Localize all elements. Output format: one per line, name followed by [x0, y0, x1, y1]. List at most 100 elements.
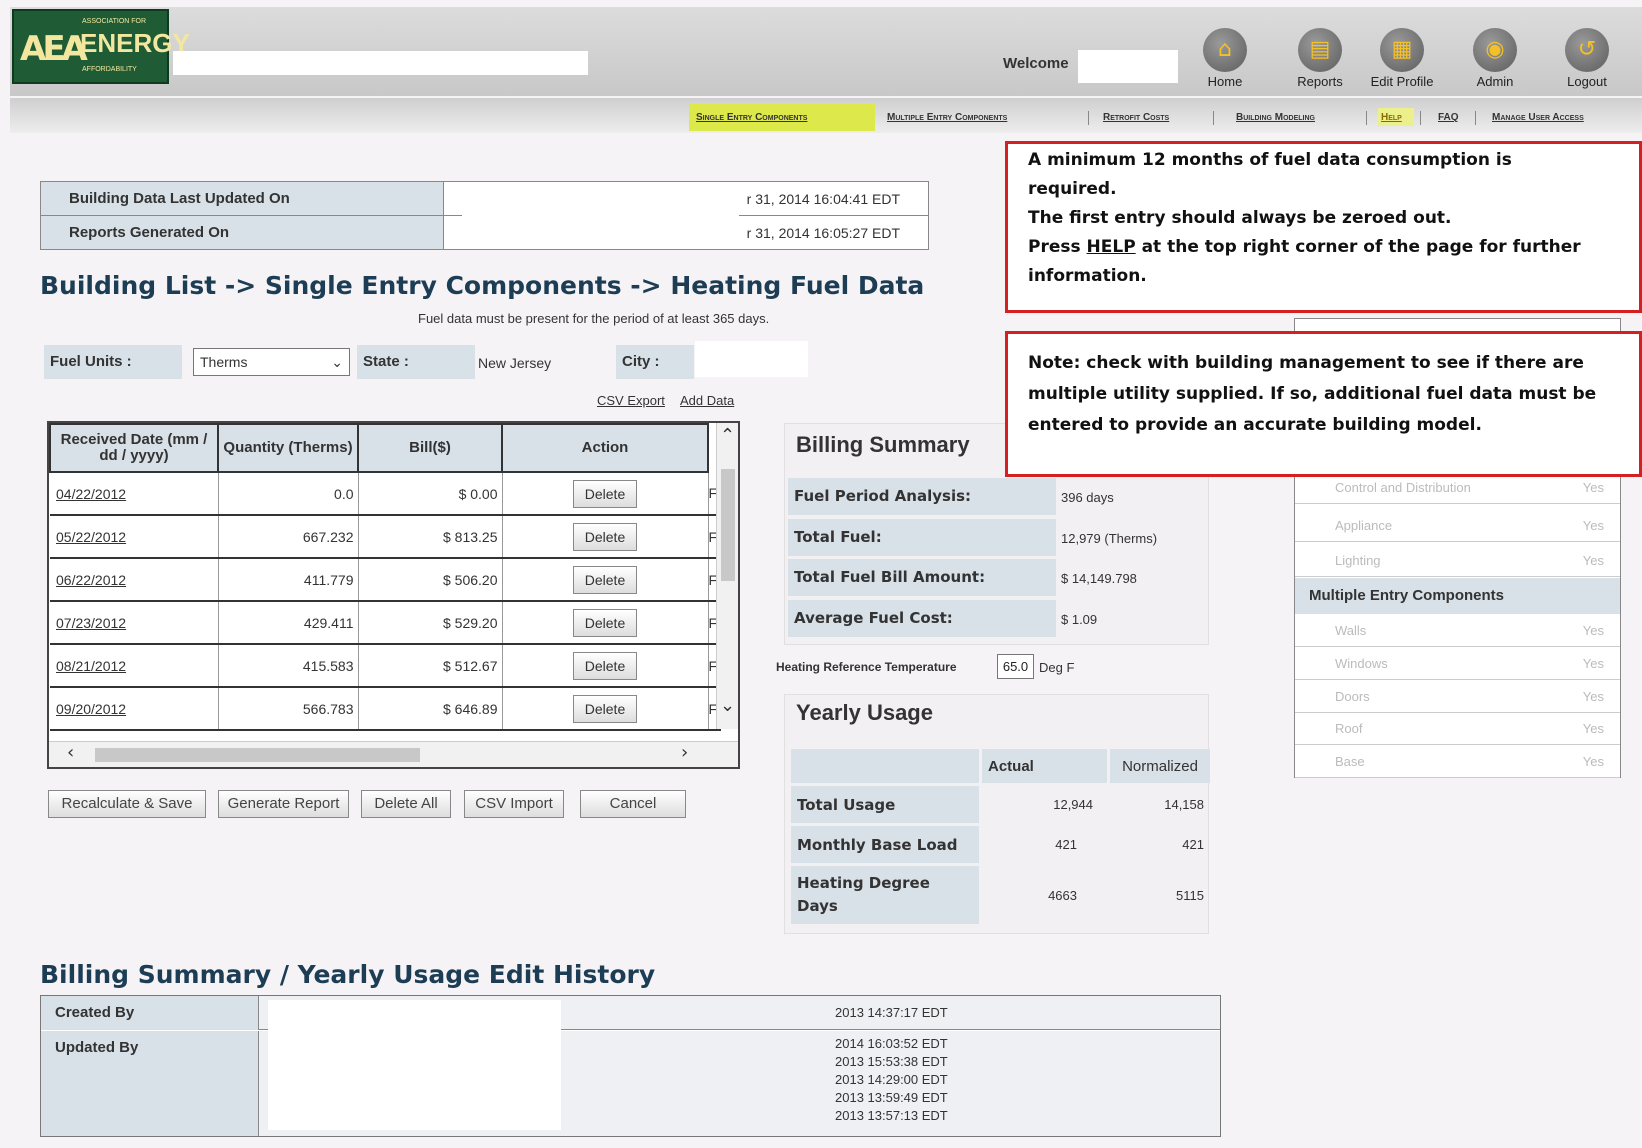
page: AEA ASSOCIATION FOR ENERGY AFFORDABILITY…: [0, 0, 1642, 1148]
nav-edit-profile-label: Edit Profile: [1370, 74, 1434, 89]
header-received-date: Received Date (mm / dd / yyyy): [49, 423, 219, 473]
yearly-row-actual: 421: [1055, 837, 1077, 852]
row-bill: $ 646.89: [358, 687, 503, 731]
horizontal-scroll-thumb[interactable]: [95, 748, 420, 762]
yearly-row-actual: 4663: [1048, 887, 1077, 903]
scroll-down-icon[interactable]: ⌄: [720, 695, 735, 716]
row-date[interactable]: 07/23/2012: [50, 601, 219, 645]
yearly-row-actual: 12,944: [1053, 797, 1093, 812]
row-date[interactable]: 08/21/2012: [50, 644, 219, 688]
ref-temp-input[interactable]: 65.0: [997, 654, 1034, 679]
header-action: Action: [501, 423, 709, 473]
yearly-row-normalized: 5115: [1176, 887, 1204, 903]
row-bill: $ 512.67: [358, 644, 503, 688]
delete-row-button[interactable]: Delete: [573, 608, 637, 637]
fuel-data-table: Received Date (mm / dd / yyyy) Quantity …: [49, 423, 721, 731]
cancel-button[interactable]: Cancel: [580, 790, 686, 818]
component-status: Yes: [1582, 721, 1604, 736]
nav-edit-profile-button[interactable]: ▦ Edit Profile: [1367, 28, 1437, 98]
list-item[interactable]: Walls Yes: [1295, 615, 1620, 647]
nav-reports-button[interactable]: ▤ Reports: [1285, 28, 1355, 98]
list-item[interactable]: Base Yes: [1295, 746, 1620, 778]
add-data-link[interactable]: Add Data: [680, 393, 734, 408]
fuel-units-select[interactable]: Therms ⌄: [193, 348, 350, 376]
component-status: Yes: [1582, 656, 1604, 671]
row-date[interactable]: 05/22/2012: [50, 515, 219, 559]
city-value: [695, 341, 808, 377]
average-cost-value: $ 1.09: [1061, 612, 1098, 627]
welcome-text: Welcome: [1003, 55, 1069, 72]
fuel-units-label: Fuel Units :: [44, 345, 182, 379]
link-faq[interactable]: FAQ: [1438, 112, 1459, 123]
generate-report-button[interactable]: Generate Report: [218, 790, 349, 818]
row-date[interactable]: 09/20/2012: [50, 687, 219, 731]
link-building-modeling[interactable]: Building Modeling: [1236, 112, 1315, 123]
component-name: Windows: [1335, 656, 1388, 671]
row-quantity: 566.783: [218, 687, 359, 731]
aea-logo[interactable]: AEA ASSOCIATION FOR ENERGY AFFORDABILITY: [12, 9, 190, 84]
link-single-entry[interactable]: Single Entry Components: [696, 112, 807, 123]
component-name: Roof: [1335, 721, 1363, 736]
logo-mark: AEA: [20, 29, 88, 69]
csv-import-button[interactable]: CSV Import: [464, 790, 564, 818]
divider: [1213, 111, 1214, 125]
scroll-right-icon[interactable]: ›: [681, 742, 688, 763]
component-status: Yes: [1582, 480, 1604, 495]
total-fuel-label: Total Fuel:: [788, 519, 1056, 556]
component-status: Yes: [1582, 689, 1604, 704]
divider: [1366, 111, 1367, 125]
vertical-scroll-thumb[interactable]: [721, 469, 735, 581]
list-item[interactable]: Doors Yes: [1295, 681, 1620, 713]
divider: [1088, 111, 1089, 125]
component-status: Yes: [1582, 623, 1604, 638]
callout-line: A minimum 12 months of fuel data consump…: [1028, 150, 1512, 170]
table-row: 09/20/2012 566.783 $ 646.89 Delete F: [50, 687, 721, 731]
ref-temp-label: Heating Reference Temperature: [776, 660, 957, 674]
list-item[interactable]: Appliance Yes: [1295, 510, 1620, 542]
delete-row-button[interactable]: Delete: [573, 651, 637, 680]
row-date[interactable]: 06/22/2012: [50, 558, 219, 602]
recalculate-save-button[interactable]: Recalculate & Save: [48, 790, 206, 818]
delete-row-button[interactable]: Delete: [573, 479, 637, 508]
updated-by-value: 2013 14:29:00 EDT: [835, 1072, 948, 1087]
yearly-header-blank: [791, 749, 979, 783]
home-icon: ⌂: [1203, 28, 1247, 72]
vertical-scrollbar[interactable]: ⌃ ⌄: [716, 423, 738, 729]
fuel-period-label: Fuel Period Analysis:: [788, 478, 1056, 515]
state-label: State :: [357, 345, 475, 379]
updated-by-value: 2013 13:57:13 EDT: [835, 1108, 948, 1123]
callout-help-link: HELP: [1086, 237, 1136, 257]
callout-line: required.: [1028, 179, 1117, 199]
link-manage-user-access[interactable]: Manage User Access: [1492, 112, 1584, 123]
delete-row-button[interactable]: Delete: [573, 522, 637, 551]
link-help[interactable]: Help: [1381, 112, 1402, 123]
list-item[interactable]: Lighting Yes: [1295, 545, 1620, 577]
horizontal-scrollbar[interactable]: ‹ ›: [49, 741, 738, 767]
row-bill: $ 529.20: [358, 601, 503, 645]
divider: [1420, 111, 1421, 125]
fuel-units-value: Therms: [200, 354, 248, 370]
nav-home-button[interactable]: ⌂ Home: [1190, 28, 1260, 98]
list-item[interactable]: Roof Yes: [1295, 713, 1620, 745]
list-item[interactable]: Windows Yes: [1295, 648, 1620, 680]
yearly-row-label: Monthly Base Load: [791, 826, 979, 863]
multiple-utility-note-callout: Note: check with building management to …: [1005, 331, 1642, 477]
delete-all-button[interactable]: Delete All: [361, 790, 451, 818]
link-multiple-entry[interactable]: Multiple Entry Components: [887, 112, 1007, 123]
csv-export-link[interactable]: CSV Export: [597, 393, 665, 408]
delete-row-button[interactable]: Delete: [573, 565, 637, 594]
scroll-up-icon[interactable]: ⌃: [720, 425, 735, 446]
row-date[interactable]: 04/22/2012: [50, 472, 219, 516]
row-quantity: 0.0: [218, 472, 359, 516]
nav-admin-button[interactable]: ◉ Admin: [1460, 28, 1530, 98]
link-retrofit-costs[interactable]: Retrofit Costs: [1103, 112, 1169, 123]
delete-row-button[interactable]: Delete: [573, 694, 637, 723]
nav-logout-button[interactable]: ↺ Logout: [1552, 28, 1622, 98]
scroll-left-icon[interactable]: ‹: [67, 742, 74, 763]
nav-logout-label: Logout: [1567, 74, 1607, 89]
fuel-data-requirement-callout: A minimum 12 months of fuel data consump…: [1005, 141, 1642, 313]
fuel-data-grid: Received Date (mm / dd / yyyy) Quantity …: [47, 421, 740, 769]
reports-icon: ▤: [1298, 28, 1342, 72]
callout-line: information.: [1028, 266, 1147, 286]
table-row: 04/22/2012 0.0 $ 0.00 Delete F: [50, 472, 721, 516]
